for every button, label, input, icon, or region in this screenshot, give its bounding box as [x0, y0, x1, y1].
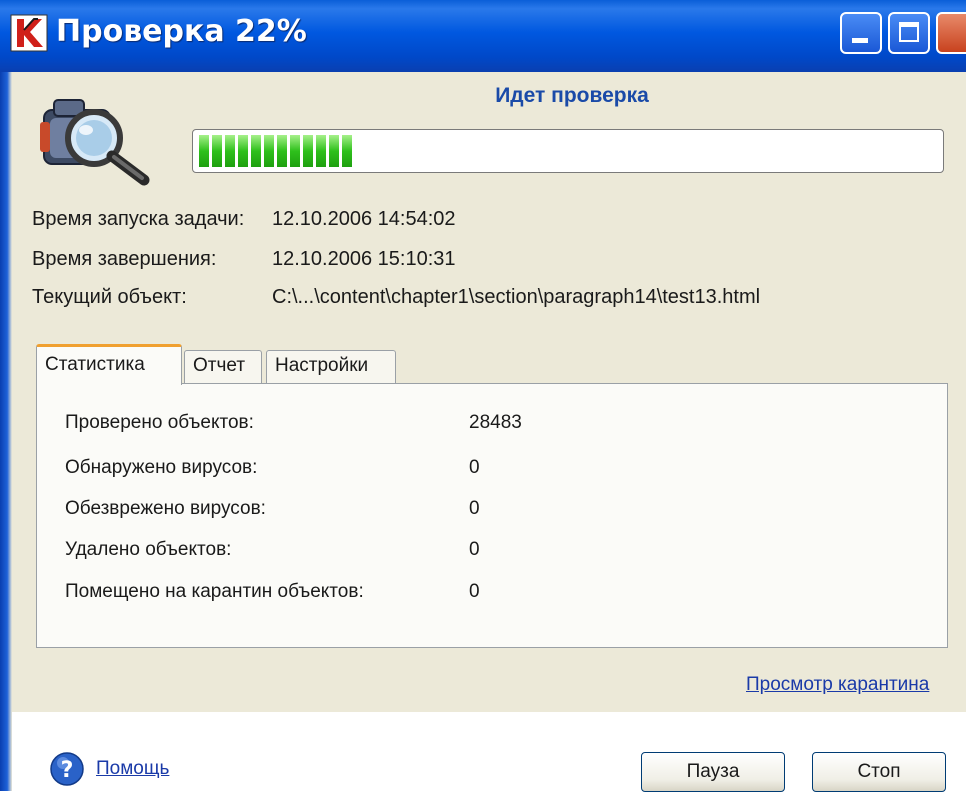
pause-button[interactable]: Пауза	[641, 752, 785, 792]
progress-segment	[303, 135, 313, 167]
stat-label: Обнаружено вирусов:	[65, 457, 258, 478]
view-quarantine-link[interactable]: Просмотр карантина	[746, 674, 929, 696]
progress-segment	[277, 135, 287, 167]
progress-segment	[264, 135, 274, 167]
help-link[interactable]: Помощь	[96, 758, 169, 780]
progress-fill	[199, 135, 352, 167]
stat-value: 0	[469, 539, 480, 560]
maximize-button[interactable]	[888, 12, 930, 54]
current-object-label: Текущий объект:	[32, 286, 187, 308]
minimize-icon	[852, 38, 868, 43]
stat-value: 0	[469, 457, 480, 478]
start-time-value: 12.10.2006 14:54:02	[272, 208, 456, 230]
progress-segment	[238, 135, 248, 167]
progress-segment	[290, 135, 300, 167]
tab-statistics[interactable]: Статистика	[36, 344, 182, 385]
progress-segment	[342, 135, 352, 167]
stat-value: 28483	[469, 412, 522, 433]
progress-segment	[251, 135, 261, 167]
progress-segment	[212, 135, 222, 167]
tab-settings[interactable]: Настройки	[266, 350, 396, 384]
progress-segment	[329, 135, 339, 167]
progress-segment	[199, 135, 209, 167]
end-time-label: Время завершения:	[32, 248, 217, 270]
end-time-value: 12.10.2006 15:10:31	[272, 248, 456, 270]
window-left-border	[0, 72, 12, 791]
title-bar[interactable]: Проверка 22%	[0, 0, 966, 73]
stat-value: 0	[469, 498, 480, 519]
close-button[interactable]	[936, 12, 966, 54]
camera-magnifier-icon	[40, 99, 150, 186]
minimize-button[interactable]	[840, 12, 882, 54]
scan-window: Проверка 22% Идет проверка Время запуска…	[0, 0, 966, 792]
question-help-icon[interactable]: ?	[50, 752, 84, 786]
start-time-label: Время запуска задачи:	[32, 208, 245, 230]
progress-segment	[316, 135, 326, 167]
maximize-icon	[899, 22, 919, 42]
progress-segment	[225, 135, 235, 167]
scan-status-heading: Идет проверка	[495, 84, 649, 107]
stat-value: 0	[469, 581, 480, 602]
window-title: Проверка 22%	[56, 14, 307, 49]
scan-progress-bar	[192, 129, 944, 173]
stat-label: Помещено на карантин объектов:	[65, 581, 364, 602]
tab-report[interactable]: Отчет	[184, 350, 262, 384]
stop-button[interactable]: Стоп	[812, 752, 946, 792]
stat-label: Обезврежено вирусов:	[65, 498, 266, 519]
kaspersky-k-icon	[10, 14, 48, 52]
statistics-panel: Проверено объектов: 28483 Обнаружено вир…	[36, 383, 948, 648]
stat-label: Удалено объектов:	[65, 539, 232, 560]
current-object-value: C:\...\content\chapter1\section\paragrap…	[272, 286, 761, 308]
stat-label: Проверено объектов:	[65, 412, 254, 433]
svg-text:?: ?	[61, 758, 74, 783]
